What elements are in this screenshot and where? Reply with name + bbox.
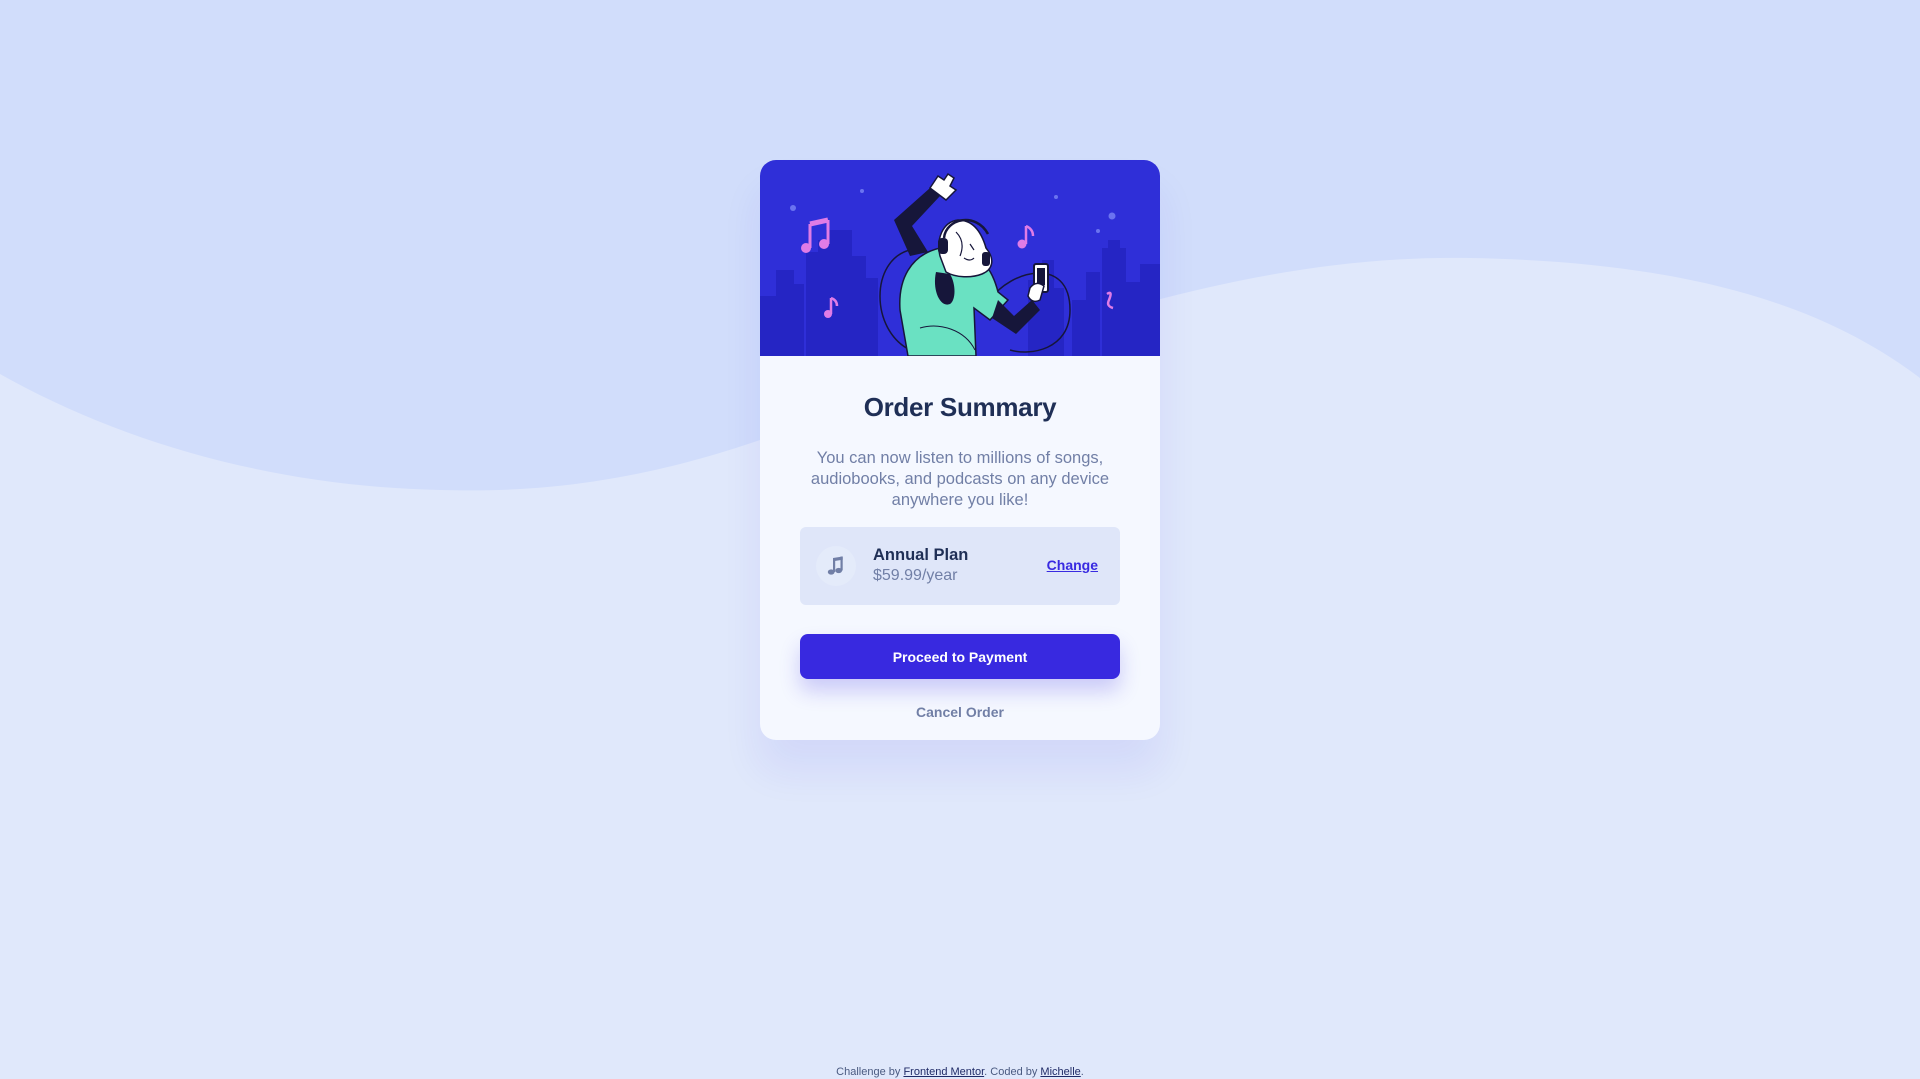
card-title: Order Summary xyxy=(863,392,1057,422)
hero-illustration xyxy=(760,160,1160,356)
music-note-icon xyxy=(827,556,843,575)
plan-icon-circle xyxy=(816,546,856,586)
order-summary-card: Order Summary You can now listen to mill… xyxy=(760,160,1160,740)
attribution-prefix: Challenge by xyxy=(836,1066,901,1078)
cancel-order-button[interactable]: Cancel Order xyxy=(800,700,1120,724)
attribution-suffix: . xyxy=(1080,1066,1084,1078)
attribution-middle: . Coded by xyxy=(984,1066,1038,1078)
author-link[interactable]: Michelle xyxy=(1040,1066,1080,1078)
plan-name: Annual Plan xyxy=(873,546,969,564)
attribution-footer: Challenge by Frontend Mentor. Coded by M… xyxy=(0,1066,1920,1078)
card-description: You can now listen to millions of songs,… xyxy=(810,449,1110,509)
plan-price: $59.99/year xyxy=(873,567,958,584)
proceed-to-payment-button[interactable]: Proceed to Payment xyxy=(800,634,1120,679)
change-plan-link[interactable]: Change xyxy=(1047,557,1098,573)
plan-summary: Annual Plan $59.99/year Change xyxy=(800,527,1120,605)
frontend-mentor-link[interactable]: Frontend Mentor xyxy=(903,1066,984,1078)
